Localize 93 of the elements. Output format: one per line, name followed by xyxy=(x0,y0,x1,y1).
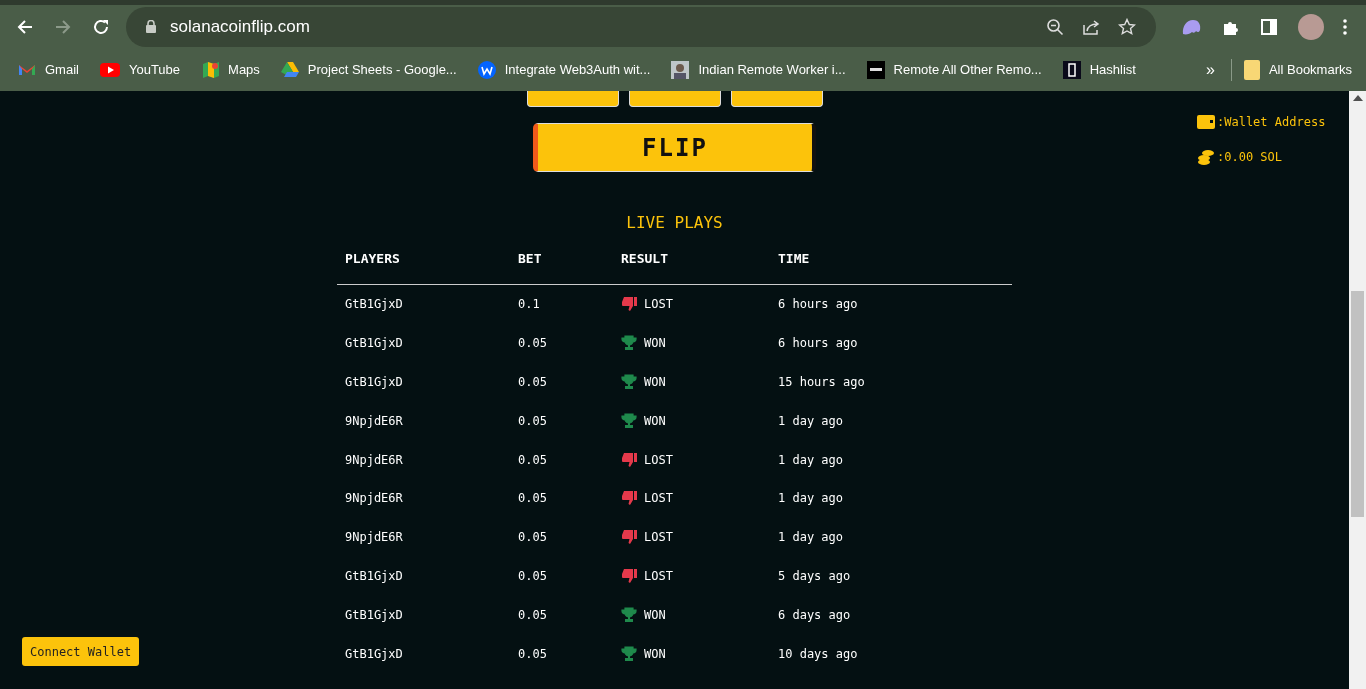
menu-icon[interactable] xyxy=(1342,17,1348,36)
thumbs-down-icon xyxy=(621,490,637,507)
scroll-up-icon[interactable] xyxy=(1352,95,1363,101)
table-cell-text: 1 day ago xyxy=(778,452,845,467)
table-cell-text: 0.05 xyxy=(518,568,548,583)
table-cell-text: GtB1GjxD xyxy=(345,336,404,351)
result-text: LOST xyxy=(644,530,673,545)
table-cell-text: GtB1GjxD xyxy=(345,646,404,661)
table-cell-text: 10 days ago xyxy=(778,646,859,661)
thumbs-down-icon xyxy=(621,296,637,313)
thumbnail-icon xyxy=(671,60,690,79)
table-cell-text: 0.05 xyxy=(518,375,548,389)
result-text: WON xyxy=(644,646,666,661)
table-cell-text: 9NpjdE6R xyxy=(345,491,404,506)
table-cell-text: 15 hours ago xyxy=(778,375,866,389)
table-cell-text: GtB1GjxD xyxy=(345,607,404,622)
bookmark-link[interactable]: Project Sheets - Google... xyxy=(280,60,457,79)
table-cell-text: 1 day ago xyxy=(778,413,845,428)
play-icon xyxy=(99,60,120,79)
map-icon xyxy=(201,60,220,79)
table-cell-text: GtB1GjxD xyxy=(345,297,404,312)
thumbs-down-icon xyxy=(621,529,637,546)
bookmark-link[interactable]: Maps xyxy=(201,60,260,79)
trophy-icon xyxy=(621,645,637,662)
bookmark-link[interactable]: Remote All Other Remo... xyxy=(866,60,1042,79)
result-text: LOST xyxy=(644,568,673,583)
reload-icon[interactable] xyxy=(92,17,110,36)
flip-button[interactable]: FLIP xyxy=(533,123,816,172)
table-cell-text: 0.05 xyxy=(518,491,548,506)
result-text: LOST xyxy=(644,297,673,312)
back-icon[interactable] xyxy=(16,17,34,36)
url-text: solanacoinflip.com xyxy=(170,16,310,37)
star-icon[interactable] xyxy=(1118,17,1136,36)
letter-w-icon xyxy=(477,60,496,79)
balance-text: :0.00 SOL xyxy=(1217,150,1283,164)
trophy-icon xyxy=(621,606,637,623)
trophy-icon xyxy=(621,412,637,429)
table-cell-text: 0.05 xyxy=(518,646,548,661)
table-cell-text: GtB1GjxD xyxy=(345,568,404,583)
bookmark-link[interactable]: Integrate Web3Auth wit... xyxy=(477,60,651,79)
result-text: WON xyxy=(644,413,666,428)
bookmark-link[interactable]: Hashlist xyxy=(1062,60,1136,79)
share-icon[interactable] xyxy=(1082,17,1100,36)
table-cell-text: GtB1GjxD xyxy=(345,375,404,389)
wallet-icon xyxy=(1197,115,1215,129)
table-cell-text: 5 days ago xyxy=(778,568,852,583)
result-text: WON xyxy=(644,375,666,389)
bracket-icon xyxy=(1062,60,1081,79)
column-header: BET xyxy=(518,251,543,266)
column-header: TIME xyxy=(778,251,811,266)
wallet-address-text: :Wallet Address xyxy=(1217,115,1326,129)
lock-icon xyxy=(146,20,156,33)
bookmark-link[interactable]: Indian Remote Worker i... xyxy=(671,60,846,79)
table-cell-text: 9NpjdE6R xyxy=(345,413,404,428)
profile-avatar[interactable] xyxy=(1298,13,1324,40)
result-text: LOST xyxy=(644,452,673,467)
address-bar[interactable]: solanacoinflip.com xyxy=(126,6,1156,47)
folder-icon xyxy=(1243,59,1260,80)
result-text: LOST xyxy=(644,491,673,506)
thumbs-down-icon xyxy=(621,451,637,468)
table-cell-text: 6 hours ago xyxy=(778,297,859,312)
table-cell-text: 6 days ago xyxy=(778,607,852,622)
coins-icon xyxy=(1197,149,1215,165)
site-icon xyxy=(866,60,885,79)
table-cell-text: 0.05 xyxy=(518,530,548,545)
table-cell-text: 0.05 xyxy=(518,607,548,622)
table-cell-text: 1 day ago xyxy=(778,530,845,545)
scrollbar[interactable] xyxy=(1349,91,1366,689)
table-cell-text: 9NpjdE6R xyxy=(345,530,404,545)
table-cell-text: 0.05 xyxy=(518,452,548,467)
bookmark-link[interactable]: Gmail xyxy=(18,60,79,79)
result-text: WON xyxy=(644,336,666,351)
bookmark-link[interactable]: YouTube xyxy=(99,60,181,79)
trophy-icon xyxy=(621,335,637,352)
section-title: LIVE PLAYS xyxy=(626,213,723,232)
trophy-icon xyxy=(621,374,637,390)
triangle-icon xyxy=(280,60,299,79)
table-cell-text: 0.05 xyxy=(518,413,548,428)
table-cell-text: 6 hours ago xyxy=(778,336,859,351)
result-text: WON xyxy=(644,607,666,622)
column-header: RESULT xyxy=(621,251,669,266)
table-cell-text: 1 day ago xyxy=(778,491,845,506)
all-bookmarks-link[interactable]: All Bookmarks xyxy=(1243,59,1352,80)
side-panel-icon[interactable] xyxy=(1260,17,1278,36)
table-cell-text: 0.05 xyxy=(518,336,548,351)
column-header: PLAYERS xyxy=(345,251,401,266)
table-cell-text: 9NpjdE6R xyxy=(345,452,404,467)
scrollbar-thumb[interactable] xyxy=(1351,291,1364,517)
table-cell-text: 0.1 xyxy=(518,297,541,312)
connect-wallet-button[interactable]: Connect Wallet xyxy=(22,637,140,666)
more-bookmarks-button[interactable]: » xyxy=(1202,60,1219,79)
zoom-out-icon[interactable] xyxy=(1046,17,1064,36)
thumbs-down-icon xyxy=(621,567,637,584)
